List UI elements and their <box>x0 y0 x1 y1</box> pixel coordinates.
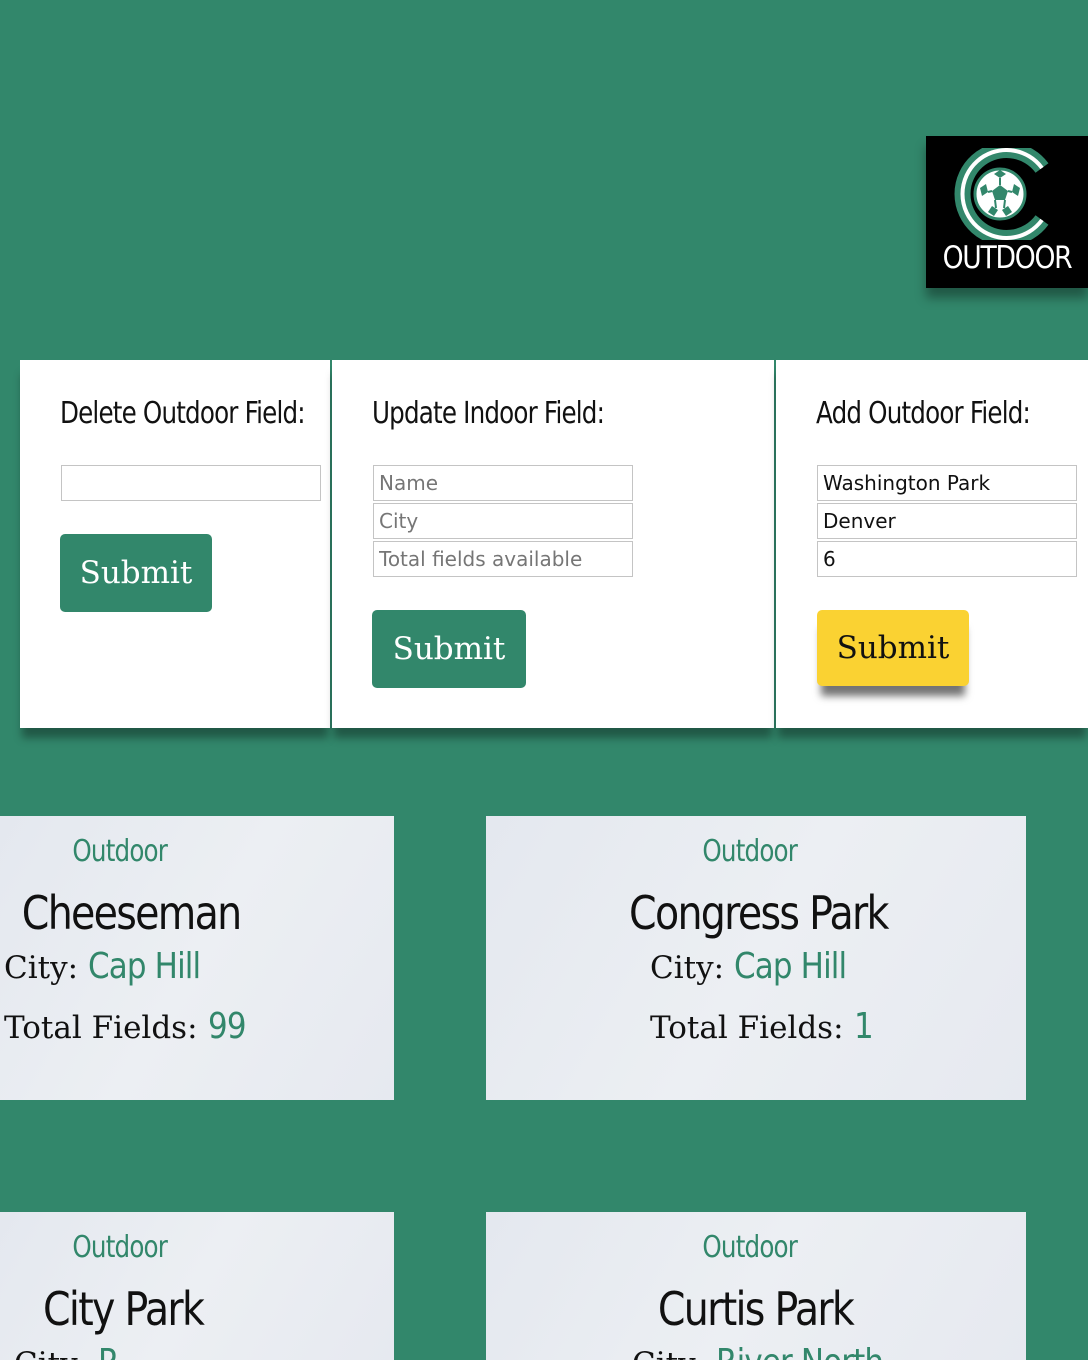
card-city-label: City: <box>650 950 725 986</box>
add-total-input[interactable] <box>817 541 1077 577</box>
card-city-value: Cap Hill <box>88 946 201 987</box>
card-city-row: City: P <box>14 1342 119 1360</box>
card-total-label: Total Fields: <box>4 1010 198 1046</box>
update-indoor-form: Update Indoor Field: Submit <box>332 360 774 728</box>
card-field-name: Curtis Park <box>657 1282 855 1336</box>
card-field-name: City Park <box>43 1282 205 1336</box>
add-name-input[interactable] <box>817 465 1077 501</box>
delete-form-title: Delete Outdoor Field: <box>60 396 306 431</box>
card-city-label: City: <box>4 950 79 986</box>
delete-outdoor-form: Delete Outdoor Field: Submit <box>20 360 330 728</box>
update-form-title: Update Indoor Field: <box>372 396 605 431</box>
field-card[interactable]: Outdoor Curtis Park City: River North <box>486 1212 1026 1360</box>
card-city-row: City: River North <box>632 1342 910 1360</box>
card-type-label: Outdoor <box>702 834 798 869</box>
card-city-value: P <box>98 1342 117 1360</box>
card-city-label: City: <box>14 1346 88 1360</box>
card-total-value: 99 <box>207 1006 247 1047</box>
card-type-label: Outdoor <box>702 1230 798 1265</box>
card-total-row: Total Fields: 99 <box>4 1006 251 1047</box>
card-type-label: Outdoor <box>72 1230 168 1265</box>
card-total-label: Total Fields: <box>650 1010 844 1046</box>
update-name-input[interactable] <box>373 465 633 501</box>
card-city-value: River North <box>716 1342 884 1360</box>
card-city-value: Cap Hill <box>734 946 847 987</box>
outdoor-logo[interactable]: OUTDOOR <box>926 136 1088 288</box>
delete-submit-button[interactable]: Submit <box>60 534 212 612</box>
card-total-value: 1 <box>853 1006 874 1047</box>
card-field-name: Cheeseman <box>21 886 242 940</box>
card-type-label: Outdoor <box>72 834 168 869</box>
field-card[interactable]: Outdoor Cheeseman City: Cap Hill Total Fi… <box>0 816 394 1100</box>
update-total-input[interactable] <box>373 541 633 577</box>
card-city-row: City: Cap Hill <box>650 946 865 987</box>
delete-field-input[interactable] <box>61 465 321 501</box>
update-city-input[interactable] <box>373 503 633 539</box>
card-field-name: Congress Park <box>629 886 889 940</box>
soccer-ball-c-icon <box>954 148 1049 240</box>
logo-text: OUTDOOR <box>942 240 1073 276</box>
field-card[interactable]: Outdoor City Park City: P <box>0 1212 394 1360</box>
card-city-row: City: Cap Hill <box>4 946 219 987</box>
card-city-label: City: <box>632 1346 706 1360</box>
add-form-title: Add Outdoor Field: <box>816 396 1031 431</box>
card-total-row: Total Fields: 1 <box>650 1006 875 1047</box>
add-submit-button[interactable]: Submit <box>817 610 969 686</box>
update-submit-button[interactable]: Submit <box>372 610 526 688</box>
add-city-input[interactable] <box>817 503 1077 539</box>
add-outdoor-form: Add Outdoor Field: Submit <box>776 360 1088 728</box>
field-card[interactable]: Outdoor Congress Park City: Cap Hill Tota… <box>486 816 1026 1100</box>
